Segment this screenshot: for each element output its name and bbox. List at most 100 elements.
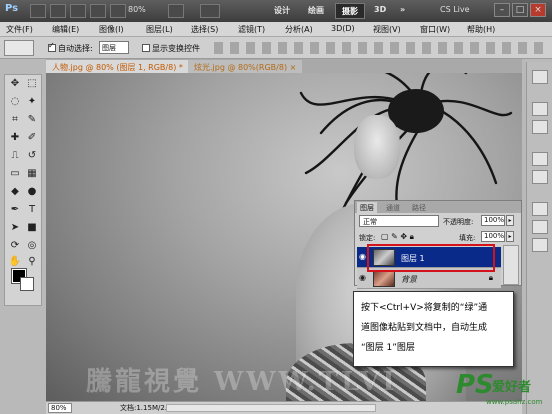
fill-arrow-icon[interactable]: ▸ — [506, 231, 514, 242]
workspace-photography[interactable]: 摄影 — [335, 3, 365, 19]
tool-preset-picker[interactable] — [4, 40, 34, 56]
hand-icon[interactable] — [90, 4, 106, 18]
brush-tool-icon[interactable]: ✐ — [24, 131, 40, 145]
menu-edit[interactable]: 编辑(E) — [52, 24, 79, 35]
model-face — [354, 115, 400, 179]
site-logo-url: www.psahz.com — [486, 398, 543, 406]
menu-image[interactable]: 图像(I) — [99, 24, 124, 35]
callout-line-2: 道图像粘贴到文档中，自动生成 — [361, 323, 488, 333]
channels-panel-icon[interactable] — [532, 220, 548, 234]
lock-icons[interactable]: ▢ ✎ ✥ 🔒︎ — [381, 232, 414, 242]
dock-expand-icon[interactable] — [532, 70, 548, 84]
path-select-icon[interactable]: ➤ — [7, 221, 23, 235]
menu-layer[interactable]: 图层(L) — [146, 24, 173, 35]
marquee-tool-icon[interactable]: ⬚ — [24, 77, 40, 91]
hand-tool-icon[interactable]: ✋ — [7, 255, 23, 269]
3d-camera-icon[interactable]: ◎ — [24, 239, 40, 253]
zoom-level[interactable]: 80% — [128, 5, 146, 14]
status-bar: 80% 文档:1.15M/2.31M — [46, 401, 522, 414]
close-button[interactable]: × — [530, 3, 546, 17]
paths-panel-icon[interactable] — [532, 238, 548, 252]
layer-thumbnail — [373, 270, 395, 287]
auto-select-label: 自动选择: — [58, 44, 93, 53]
menu-3d[interactable]: 3D(D) — [331, 24, 355, 33]
adjustments-panel-icon[interactable] — [532, 152, 548, 166]
blend-mode-dropdown[interactable]: 正常 — [359, 215, 439, 227]
workspace-more[interactable]: » — [394, 3, 411, 19]
visibility-eye-icon[interactable]: ◉ — [359, 273, 369, 283]
menu-window[interactable]: 窗口(W) — [420, 24, 450, 35]
opacity-arrow-icon[interactable]: ▸ — [506, 215, 514, 226]
move-tool-icon[interactable]: ✥ — [7, 77, 23, 91]
tab-paths[interactable]: 路径 — [409, 202, 429, 213]
panel-dock — [526, 62, 552, 414]
menu-help[interactable]: 帮助(H) — [467, 24, 495, 35]
menu-file[interactable]: 文件(F) — [6, 24, 33, 35]
title-bar: Ps 80% 设计 绘画 摄影 3D » CS Live – □ × — [0, 0, 552, 22]
tab-layers[interactable]: 图层 — [357, 202, 377, 213]
menu-view[interactable]: 视图(V) — [373, 24, 401, 35]
menu-analysis[interactable]: 分析(A) — [285, 24, 313, 35]
layers-scrollbar[interactable] — [503, 245, 519, 285]
masks-panel-icon[interactable] — [532, 170, 548, 184]
workspace-design[interactable]: 设计 — [268, 3, 296, 19]
layers-panel-tabs: 图层 通道 路径 — [355, 201, 521, 213]
3d-rotate-icon[interactable]: ⟳ — [7, 239, 23, 253]
layer-name: 背景 — [401, 275, 417, 284]
dodge-tool-icon[interactable]: ● — [24, 185, 40, 199]
maximize-button[interactable]: □ — [512, 3, 528, 17]
auto-select-checkbox[interactable] — [48, 41, 56, 52]
screen-mode-icon[interactable] — [200, 4, 220, 18]
site-logo: PS 爱好者 www.psahz.com — [456, 368, 548, 412]
arrange-documents-icon[interactable] — [168, 4, 184, 18]
view-extras-button[interactable] — [70, 4, 86, 18]
gradient-tool-icon[interactable]: ▦ — [24, 167, 40, 181]
toolbox: ✥ ⬚ ◌ ✦ ⌗ ✎ ✚ ✐ ⎍ ↺ ▭ ▦ ◆ ● ✒ T ➤ ■ ⟳ ◎ … — [4, 74, 42, 306]
fill-field[interactable]: 100% — [481, 231, 505, 242]
shape-tool-icon[interactable]: ■ — [24, 221, 40, 235]
document-tabs: 人物.jpg @ 80% (图层 1, RGB/8) * 炫光.jpg @ 80… — [46, 59, 522, 73]
opacity-field[interactable]: 100% — [481, 215, 505, 226]
info-panel-icon[interactable] — [532, 120, 548, 134]
show-transform-checkbox[interactable] — [142, 44, 150, 52]
menu-bar: 文件(F) 编辑(E) 图像(I) 图层(L) 选择(S) 滤镜(T) 分析(A… — [0, 22, 552, 37]
watermark-text: 騰龍視覺 WWW.TLVI — [86, 367, 398, 397]
crop-tool-icon[interactable]: ⌗ — [7, 113, 23, 127]
workspace-painting[interactable]: 绘画 — [302, 3, 330, 19]
healing-brush-icon[interactable]: ✚ — [7, 131, 23, 145]
fill-label: 填充: — [459, 234, 476, 242]
bridge-button[interactable] — [30, 4, 46, 18]
auto-select-dropdown[interactable]: 图层 — [99, 41, 129, 54]
tab-channels[interactable]: 通道 — [383, 202, 403, 213]
magic-wand-icon[interactable]: ✦ — [24, 95, 40, 109]
menu-select[interactable]: 选择(S) — [191, 24, 218, 35]
layers-panel-icon[interactable] — [532, 202, 548, 216]
menu-filter[interactable]: 滤镜(T) — [238, 24, 265, 35]
clone-stamp-icon[interactable]: ⎍ — [7, 149, 23, 163]
pen-tool-icon[interactable]: ✒ — [7, 203, 23, 217]
blur-tool-icon[interactable]: ◆ — [7, 185, 23, 199]
lasso-tool-icon[interactable]: ◌ — [7, 95, 23, 109]
zoom-icon[interactable] — [110, 4, 126, 18]
layers-panel: 图层 通道 路径 正常 不透明度: 100% ▸ 锁定: ▢ ✎ ✥ 🔒︎ 填充… — [354, 200, 522, 289]
align-distribute-icons[interactable] — [214, 42, 544, 54]
site-logo-name: 爱好者 — [492, 380, 532, 395]
cs-live-button[interactable]: CS Live — [440, 5, 470, 14]
eraser-icon[interactable]: ▭ — [7, 167, 23, 181]
minimize-button[interactable]: – — [494, 3, 510, 17]
options-bar: 自动选择: 图层 显示变换控件 — [0, 37, 552, 59]
workspace-3d[interactable]: 3D — [368, 3, 392, 19]
tab-portrait-doc[interactable]: 人物.jpg @ 80% (图层 1, RGB/8) * — [46, 60, 189, 73]
lock-label: 锁定: — [359, 234, 376, 242]
histogram-panel-icon[interactable] — [532, 102, 548, 116]
history-brush-icon[interactable]: ↺ — [24, 149, 40, 163]
mini-bridge-button[interactable] — [50, 4, 66, 18]
type-tool-icon[interactable]: T — [24, 203, 40, 217]
status-zoom-field[interactable]: 80% — [48, 403, 72, 413]
eyedropper-icon[interactable]: ✎ — [24, 113, 40, 127]
zoom-tool-icon[interactable]: ⚲ — [24, 255, 40, 269]
horizontal-scrollbar[interactable] — [166, 404, 376, 412]
background-color-swatch[interactable] — [20, 277, 34, 291]
instruction-callout: 按下<Ctrl+V>将复制的“绿”通 道图像粘贴到文档中，自动生成 “图层 1”… — [353, 291, 514, 367]
tab-glare-doc[interactable]: 炫光.jpg @ 80%(RGB/8) × — [188, 60, 303, 73]
